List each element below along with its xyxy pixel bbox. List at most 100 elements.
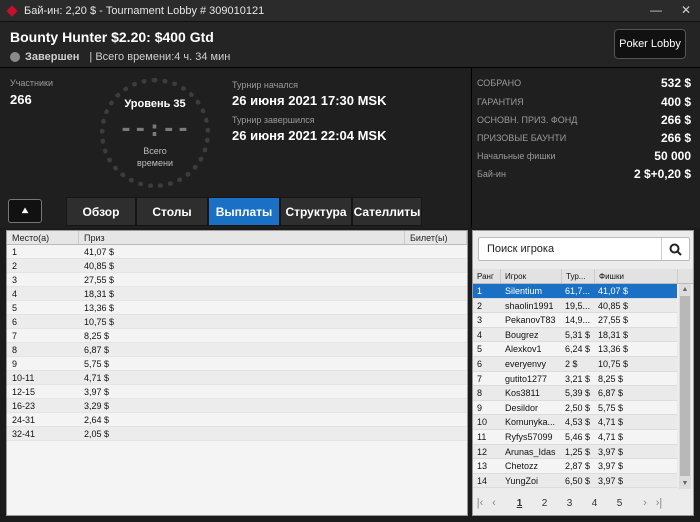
app-logo-icon xyxy=(6,5,18,17)
first-page-icon[interactable]: |‹ xyxy=(473,497,487,509)
close-icon[interactable]: ✕ xyxy=(678,2,694,18)
player-name: Komunyka... xyxy=(505,417,556,428)
collapse-button[interactable]: ⯅ xyxy=(8,199,42,223)
payout-ticket xyxy=(405,357,467,370)
player-tournament-win: 19,5... xyxy=(565,300,591,311)
payout-prize: 2,05 $ xyxy=(84,429,110,439)
payout-ticket xyxy=(405,329,467,342)
payout-row: 5 13,36 $ xyxy=(7,301,467,315)
player-row[interactable]: 13 Chetozz 2,87 $ 3,97 $ xyxy=(473,459,677,474)
payout-ticket xyxy=(405,259,467,272)
player-row[interactable]: 1 Silentium 61,7... 41,07 $ xyxy=(473,284,677,299)
player-row[interactable]: 6 everyenvy 2 $ 10,75 $ xyxy=(473,356,677,372)
tab-payouts[interactable]: Выплаты xyxy=(208,197,280,226)
player-row[interactable]: 2 shaolin1991 19,5... 40,85 $ xyxy=(473,298,677,314)
clock-sub-line1: Всего xyxy=(143,146,167,156)
page-2[interactable]: 2 xyxy=(532,498,557,509)
player-name: Bougrez xyxy=(505,329,539,340)
player-row[interactable]: 4 Bougrez 5,31 $ 18,31 $ xyxy=(473,327,677,343)
player-rank: 5 xyxy=(477,344,483,355)
payout-place: 10-11 xyxy=(12,373,35,383)
player-chips: 13,36 $ xyxy=(598,344,629,355)
player-rank: 9 xyxy=(477,402,483,413)
stat-value: 50 000 xyxy=(654,149,691,163)
window-title: Бай-ин: 2,20 $ - Tournament Lobby # 3090… xyxy=(24,4,265,17)
player-tournament-win: 3,21 $ xyxy=(565,373,591,384)
tab-overview[interactable]: Обзор xyxy=(66,197,136,226)
player-chips: 10,75 $ xyxy=(598,358,629,369)
ended-value: 26 июня 2021 22:04 MSK xyxy=(232,128,387,143)
stat-label: СОБРАНО xyxy=(477,78,522,88)
col-rank[interactable]: Ранг xyxy=(473,269,501,283)
stat-row: ПРИЗОВЫЕ БАУНТИ 266 $ xyxy=(477,129,691,147)
payout-row: 1 41,07 $ xyxy=(7,245,467,259)
player-row[interactable]: 11 Ryfys57099 5,46 $ 4,71 $ xyxy=(473,429,677,445)
player-row[interactable]: 10 Komunyka... 4,53 $ 4,71 $ xyxy=(473,415,677,430)
player-row[interactable]: 3 PekanovT83 14,9... 27,55 $ xyxy=(473,313,677,328)
stat-label: Бай-ин xyxy=(477,169,506,179)
player-row[interactable]: 14 YungZoi 6,50 $ 3,97 $ xyxy=(473,473,677,489)
player-rank: 7 xyxy=(477,373,483,384)
payout-row: 24-31 2,64 $ xyxy=(7,413,467,427)
player-chips: 3,97 $ xyxy=(598,475,624,486)
stat-value: 266 $ xyxy=(660,113,691,127)
scroll-thumb[interactable] xyxy=(680,296,690,476)
tab-tables[interactable]: Столы xyxy=(136,197,208,226)
col-tournament[interactable]: Тур... xyxy=(562,269,595,283)
player-row[interactable]: 8 Kos3811 5,39 $ 6,87 $ xyxy=(473,386,677,401)
stat-label: ГАРАНТИЯ xyxy=(477,97,524,107)
scroll-down-icon[interactable]: ▼ xyxy=(679,478,691,489)
tab-satellites[interactable]: Сателлиты xyxy=(352,197,422,226)
payout-prize: 41,07 $ xyxy=(84,247,115,257)
page-4[interactable]: 4 xyxy=(582,498,607,509)
stat-row: ГАРАНТИЯ 400 $ xyxy=(477,93,691,111)
search-icon xyxy=(669,243,682,256)
window-titlebar: Бай-ин: 2,20 $ - Tournament Lobby # 3090… xyxy=(0,0,700,22)
next-page-icon[interactable]: › xyxy=(638,497,652,509)
player-list-scrollbar[interactable]: ▲ ▼ xyxy=(679,284,691,489)
col-place[interactable]: Место(а) xyxy=(7,231,79,244)
prev-page-icon[interactable]: ‹ xyxy=(487,497,501,509)
player-tournament-win: 61,7... xyxy=(565,286,591,296)
player-rank: 2 xyxy=(477,300,483,311)
payout-body: 1 41,07 $ 2 40,85 $ 3 27,55 $ 4 18,31 $ 5 13,36 $… xyxy=(7,245,467,441)
payout-prize: 3,97 $ xyxy=(84,387,110,397)
payout-row: 10-11 4,71 $ xyxy=(7,371,467,385)
poker-lobby-button[interactable]: Poker Lobby xyxy=(614,29,686,59)
clock-sub-line2: времени xyxy=(137,158,173,168)
payout-ticket xyxy=(405,399,467,412)
payout-place: 6 xyxy=(12,317,18,327)
minimize-icon[interactable]: — xyxy=(648,2,664,18)
last-page-icon[interactable]: ›| xyxy=(652,497,666,509)
payout-place: 2 xyxy=(12,261,18,271)
player-row[interactable]: 12 Arunas_Idas 1,25 $ 3,97 $ xyxy=(473,444,677,460)
search-button[interactable] xyxy=(661,238,689,260)
player-search-input[interactable] xyxy=(479,238,661,260)
started-label: Турнир начался xyxy=(232,80,298,90)
tab-structure[interactable]: Структура xyxy=(280,197,352,226)
clock-subtitle: Всего времени xyxy=(105,145,205,169)
payout-prize: 3,29 $ xyxy=(84,401,110,411)
payout-row: 2 40,85 $ xyxy=(7,259,467,273)
player-name: Silentium xyxy=(505,286,543,296)
scroll-up-icon[interactable]: ▲ xyxy=(679,284,691,295)
stat-label: ПРИЗОВЫЕ БАУНТИ xyxy=(477,133,567,143)
col-prize[interactable]: Приз xyxy=(79,231,405,244)
payout-place: 32-41 xyxy=(12,429,36,439)
payout-row: 3 27,55 $ xyxy=(7,273,467,287)
page-1[interactable]: 1 xyxy=(507,498,532,509)
player-row[interactable]: 9 Desildor 2,50 $ 5,75 $ xyxy=(473,400,677,416)
payout-ticket xyxy=(405,343,467,356)
player-chips: 27,55 $ xyxy=(598,315,629,326)
player-row[interactable]: 7 gutito1277 3,21 $ 8,25 $ xyxy=(473,371,677,387)
col-ticket[interactable]: Билет(ы) xyxy=(405,231,467,244)
payout-ticket xyxy=(405,273,467,286)
page-3[interactable]: 3 xyxy=(557,498,582,509)
payout-prize: 27,55 $ xyxy=(84,275,115,285)
stat-row: СОБРАНО 532 $ xyxy=(477,74,691,92)
player-row[interactable]: 5 Alexkov1 6,24 $ 13,36 $ xyxy=(473,342,677,357)
col-player[interactable]: Игрок xyxy=(501,269,562,283)
col-chips[interactable]: Фишки xyxy=(595,269,678,283)
page-5[interactable]: 5 xyxy=(607,498,632,509)
pagination: |‹ ‹ 1 2 3 4 5 › ›| xyxy=(473,493,693,513)
